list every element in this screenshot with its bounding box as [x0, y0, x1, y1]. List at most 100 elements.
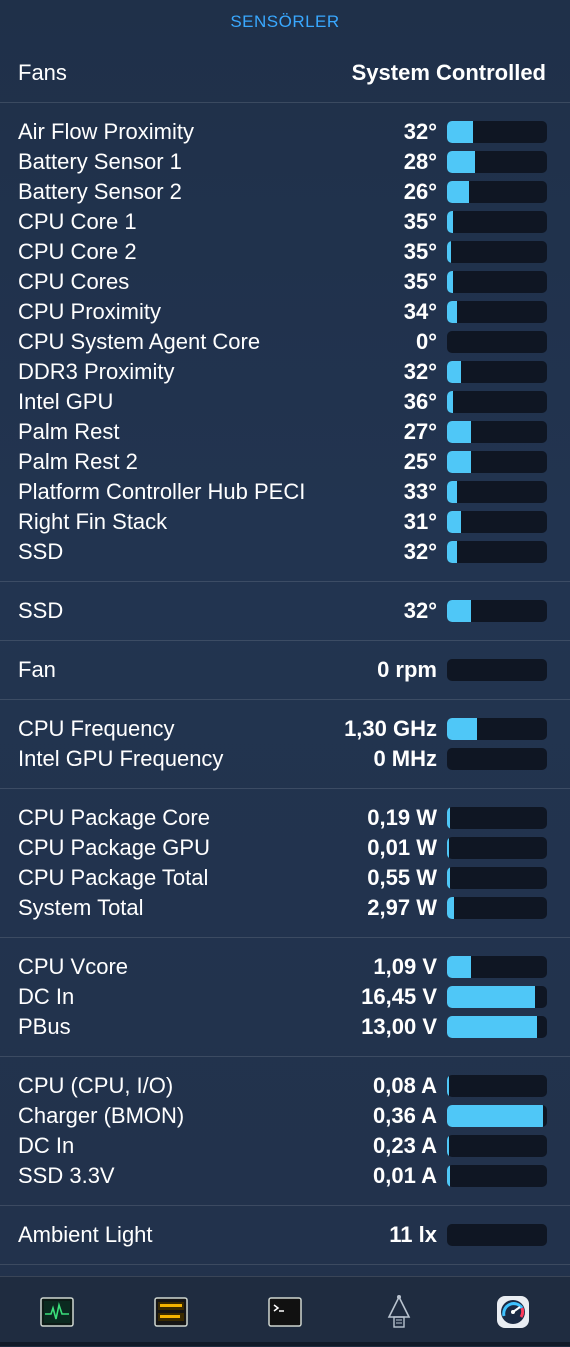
- sensor-level-bar: [447, 897, 547, 919]
- sensor-level-fill: [447, 271, 453, 293]
- sensor-label: SSD: [18, 598, 64, 623]
- sensor-label: CPU System Agent Core: [18, 329, 261, 354]
- sensor-level-bar: [447, 181, 547, 203]
- section-light: Ambient Light 11 lx: [0, 1206, 570, 1265]
- sensor-row[interactable]: SSD 32°: [0, 537, 570, 567]
- section-ssd: SSD 32°: [0, 582, 570, 641]
- sensors-panel: SENSÖRLER Fans System Controlled Air Flo…: [0, 0, 570, 1265]
- sensor-level-bar: [447, 956, 547, 978]
- section-temperatures: Air Flow Proximity 32° Battery Sensor 1 28°…: [0, 103, 570, 582]
- fans-label: Fans: [18, 60, 67, 85]
- sensor-row[interactable]: CPU Core 2 35°: [0, 237, 570, 267]
- sensor-level-bar: [447, 1105, 547, 1127]
- sensor-level-fill: [447, 121, 473, 143]
- sensor-row[interactable]: SSD 3.3V 0,01 A: [0, 1161, 570, 1191]
- sensor-row[interactable]: CPU Package Core 0,19 W: [0, 803, 570, 833]
- sensor-row[interactable]: Battery Sensor 2 26°: [0, 177, 570, 207]
- sensor-level-fill: [447, 391, 453, 413]
- sensor-label: SSD 3.3V: [18, 1163, 115, 1188]
- sensor-value: 0,19 W: [367, 805, 437, 830]
- terminal-button[interactable]: [267, 1294, 303, 1330]
- sensor-row[interactable]: CPU Frequency 1,30 GHz: [0, 714, 570, 744]
- sensor-level-fill: [447, 181, 469, 203]
- sensor-level-bar: [447, 1224, 547, 1246]
- sensor-row[interactable]: Charger (BMON) 0,36 A: [0, 1101, 570, 1131]
- sensor-value: 0°: [415, 329, 437, 354]
- sensor-value: 0 MHz: [373, 746, 437, 771]
- sensor-value: 32°: [403, 598, 437, 623]
- sensor-value: 25°: [403, 449, 437, 474]
- sensor-row[interactable]: CPU Proximity 34°: [0, 297, 570, 327]
- sensor-row[interactable]: CPU Vcore 1,09 V: [0, 952, 570, 982]
- sensor-level-bar: [447, 241, 547, 263]
- section-current: CPU (CPU, I/O) 0,08 A Charger (BMON) 0,36 A…: [0, 1057, 570, 1206]
- sensor-row[interactable]: CPU System Agent Core 0°: [0, 327, 570, 357]
- sensor-level-fill: [447, 1105, 543, 1127]
- sensor-value: 34°: [403, 299, 437, 324]
- sensor-value: 0,01 A: [372, 1163, 437, 1188]
- system-information-button[interactable]: [381, 1294, 417, 1330]
- sensor-level-bar: [447, 211, 547, 233]
- sensor-row[interactable]: CPU Package Total 0,55 W: [0, 863, 570, 893]
- sensor-level-fill: [447, 1165, 450, 1187]
- terminal-icon: [268, 1297, 302, 1327]
- istat-menus-icon: [497, 1296, 529, 1328]
- sensor-label: Platform Controller Hub PECI: [18, 479, 306, 504]
- sensor-level-bar: [447, 421, 547, 443]
- sensor-level-bar: [447, 511, 547, 533]
- sensor-label: Battery Sensor 2: [18, 179, 182, 204]
- sensor-level-fill: [447, 1075, 449, 1097]
- sensor-row[interactable]: Battery Sensor 1 28°: [0, 147, 570, 177]
- sensor-level-fill: [447, 718, 477, 740]
- sensor-row[interactable]: Intel GPU 36°: [0, 387, 570, 417]
- sensor-level-fill: [447, 241, 451, 263]
- sensor-level-bar: [447, 807, 547, 829]
- sensor-row[interactable]: DDR3 Proximity 32°: [0, 357, 570, 387]
- sensor-row[interactable]: DC In 16,45 V: [0, 982, 570, 1012]
- sensor-row[interactable]: PBus 13,00 V: [0, 1012, 570, 1042]
- sensor-value: 1,09 V: [373, 954, 437, 979]
- sensor-level-fill: [447, 986, 535, 1008]
- sensor-row[interactable]: CPU (CPU, I/O) 0,08 A: [0, 1071, 570, 1101]
- sensor-row[interactable]: Intel GPU Frequency 0 MHz: [0, 744, 570, 774]
- istat-menus-button[interactable]: [495, 1294, 531, 1330]
- sensor-level-fill: [447, 867, 450, 889]
- fans-mode-value: System Controlled: [351, 60, 546, 85]
- sensor-row[interactable]: System Total 2,97 W: [0, 893, 570, 923]
- sensor-value: 36°: [403, 389, 437, 414]
- sensor-row[interactable]: Platform Controller Hub PECI 33°: [0, 477, 570, 507]
- sensor-level-fill: [447, 301, 457, 323]
- sensor-level-bar: [447, 600, 547, 622]
- sensor-row[interactable]: CPU Core 1 35°: [0, 207, 570, 237]
- bottom-edge: [0, 1342, 570, 1346]
- sensor-label: Air Flow Proximity: [18, 119, 195, 144]
- sensor-level-fill: [447, 151, 475, 173]
- sensor-level-bar: [447, 301, 547, 323]
- sensor-row[interactable]: Ambient Light 11 lx: [0, 1220, 570, 1250]
- sensor-row[interactable]: Air Flow Proximity 32°: [0, 117, 570, 147]
- sensor-row[interactable]: Right Fin Stack 31°: [0, 507, 570, 537]
- fans-row[interactable]: Fans System Controlled: [0, 44, 570, 103]
- sensor-row[interactable]: SSD 32°: [0, 596, 570, 626]
- sensor-label: DDR3 Proximity: [18, 359, 175, 384]
- sensor-row[interactable]: Palm Rest 2 25°: [0, 447, 570, 477]
- sensor-row[interactable]: CPU Cores 35°: [0, 267, 570, 297]
- sensor-value: 35°: [403, 269, 437, 294]
- sensor-row[interactable]: Palm Rest 27°: [0, 417, 570, 447]
- console-button[interactable]: [153, 1294, 189, 1330]
- sensor-level-fill: [447, 837, 449, 859]
- sensor-level-bar: [447, 361, 547, 383]
- app-toolbar: [0, 1276, 570, 1347]
- sensor-level-bar: [447, 541, 547, 563]
- sensor-value: 32°: [403, 119, 437, 144]
- sensor-row[interactable]: Fan 0 rpm: [0, 655, 570, 685]
- sensor-level-bar: [447, 391, 547, 413]
- sensor-row[interactable]: CPU Package GPU 0,01 W: [0, 833, 570, 863]
- activity-monitor-button[interactable]: [39, 1294, 75, 1330]
- sensor-label: Palm Rest: [18, 419, 120, 444]
- sensor-row[interactable]: DC In 0,23 A: [0, 1131, 570, 1161]
- sensor-level-fill: [447, 956, 471, 978]
- sensor-value: 28°: [403, 149, 437, 174]
- section-voltage: CPU Vcore 1,09 V DC In 16,45 V PBus 13,00 V: [0, 938, 570, 1057]
- console-icon: [154, 1297, 188, 1327]
